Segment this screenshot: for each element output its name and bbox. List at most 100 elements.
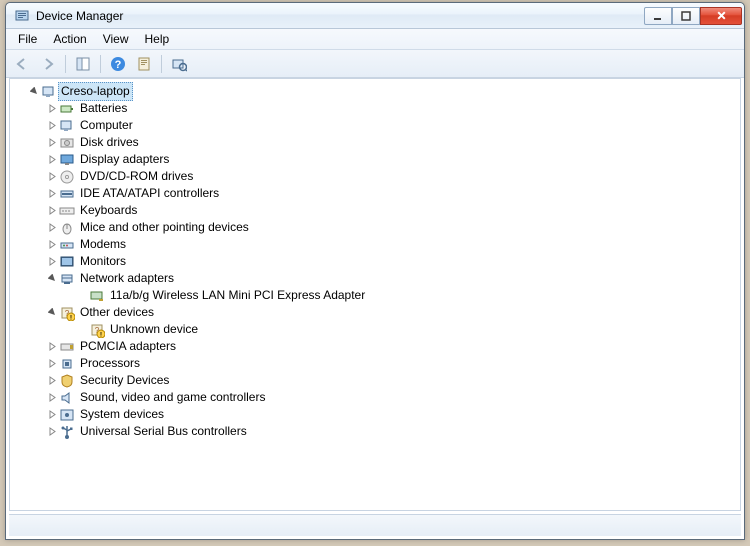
arrow-left-icon (14, 56, 30, 72)
ide-icon (59, 186, 75, 202)
monitor-icon (59, 254, 75, 270)
back-button[interactable] (10, 53, 34, 75)
arrow-right-icon (40, 56, 56, 72)
tree-item[interactable]: Sound, video and game controllers (10, 389, 740, 406)
tree-item-label: Computer (79, 117, 134, 134)
nic-icon (89, 288, 105, 304)
toolbar: ? (6, 50, 744, 78)
pcmcia-icon (59, 339, 75, 355)
scan-icon (171, 56, 187, 72)
tree-item[interactable]: IDE ATA/ATAPI controllers (10, 185, 740, 202)
help-button[interactable]: ? (106, 53, 130, 75)
device-tree: Creso-laptopBatteriesComputerDisk drives… (10, 83, 740, 440)
tree-item[interactable]: Security Devices (10, 372, 740, 389)
tree-item[interactable]: DVD/CD-ROM drives (10, 168, 740, 185)
toolbar-separator (100, 55, 101, 73)
tree-item[interactable]: ?!Other devices (10, 304, 740, 321)
network-icon (59, 271, 75, 287)
expander-icon[interactable] (46, 307, 58, 319)
expander-icon[interactable] (46, 154, 58, 166)
expander-icon[interactable] (46, 239, 58, 251)
properties-icon (136, 56, 152, 72)
tree-item[interactable]: PCMCIA adapters (10, 338, 740, 355)
tree-item-label: Security Devices (79, 372, 170, 389)
disk-icon (59, 135, 75, 151)
expander-icon[interactable] (46, 358, 58, 370)
tree-root[interactable]: Creso-laptop (10, 83, 740, 100)
tree-item[interactable]: Keyboards (10, 202, 740, 219)
svg-text:!: ! (100, 332, 102, 338)
tree-item-label: Mice and other pointing devices (79, 219, 250, 236)
tree-item-label: Display adapters (79, 151, 170, 168)
menu-action[interactable]: Action (45, 30, 94, 48)
computer-icon (59, 118, 75, 134)
app-icon (14, 8, 30, 24)
scan-hardware-button[interactable] (167, 53, 191, 75)
tree-item-label: DVD/CD-ROM drives (79, 168, 194, 185)
tree-pane[interactable]: Creso-laptopBatteriesComputerDisk drives… (9, 78, 741, 511)
modem-icon (59, 237, 75, 253)
tree-item[interactable]: System devices (10, 406, 740, 423)
console-tree-icon (75, 56, 91, 72)
expander-spacer (76, 290, 88, 302)
tree-child-item[interactable]: ?!Unknown device (10, 321, 740, 338)
tree-item-label: Modems (79, 236, 127, 253)
minimize-button[interactable] (644, 7, 672, 25)
expander-icon[interactable] (46, 409, 58, 421)
expander-icon[interactable] (46, 120, 58, 132)
expander-icon[interactable] (46, 137, 58, 149)
tree-item-label: IDE ATA/ATAPI controllers (79, 185, 220, 202)
expander-icon[interactable] (46, 205, 58, 217)
close-button[interactable] (700, 7, 742, 25)
tree-item[interactable]: Modems (10, 236, 740, 253)
tree-root-label: Creso-laptop (58, 82, 133, 101)
tree-item-label: Keyboards (79, 202, 138, 219)
tree-item[interactable]: Disk drives (10, 134, 740, 151)
expander-icon[interactable] (46, 103, 58, 115)
tree-item[interactable]: Network adapters (10, 270, 740, 287)
expander-icon[interactable] (46, 341, 58, 353)
usb-icon (59, 424, 75, 440)
titlebar[interactable]: Device Manager (6, 3, 744, 29)
menu-help[interactable]: Help (137, 30, 178, 48)
expander-icon[interactable] (46, 171, 58, 183)
properties-button[interactable] (132, 53, 156, 75)
tree-item[interactable]: Computer (10, 117, 740, 134)
tree-item-label: Disk drives (79, 134, 140, 151)
expander-icon[interactable] (28, 86, 40, 98)
menubar: File Action View Help (6, 29, 744, 50)
forward-button[interactable] (36, 53, 60, 75)
tree-item-label: Network adapters (79, 270, 175, 287)
expander-icon[interactable] (46, 188, 58, 200)
tree-item[interactable]: Display adapters (10, 151, 740, 168)
tree-item[interactable]: Batteries (10, 100, 740, 117)
expander-spacer (76, 324, 88, 336)
mouse-icon (59, 220, 75, 236)
expander-icon[interactable] (46, 256, 58, 268)
system-icon (59, 407, 75, 423)
expander-icon[interactable] (46, 392, 58, 404)
expander-icon[interactable] (46, 375, 58, 387)
expander-icon[interactable] (46, 222, 58, 234)
security-icon (59, 373, 75, 389)
menu-file[interactable]: File (10, 30, 45, 48)
tree-child-item[interactable]: 11a/b/g Wireless LAN Mini PCI Express Ad… (10, 287, 740, 304)
tree-item[interactable]: Processors (10, 355, 740, 372)
expander-icon[interactable] (46, 273, 58, 285)
maximize-button[interactable] (672, 7, 700, 25)
tree-item[interactable]: Monitors (10, 253, 740, 270)
tree-item-label: System devices (79, 406, 165, 423)
tree-item[interactable]: Mice and other pointing devices (10, 219, 740, 236)
tree-item[interactable]: Universal Serial Bus controllers (10, 423, 740, 440)
tree-item-label: 11a/b/g Wireless LAN Mini PCI Express Ad… (109, 287, 366, 304)
computer-icon (41, 84, 57, 100)
unknown-icon: ?! (89, 322, 105, 338)
svg-text:?: ? (115, 59, 122, 71)
statusbar (9, 514, 741, 536)
help-icon: ? (110, 56, 126, 72)
tree-item-label: Batteries (79, 100, 128, 117)
menu-view[interactable]: View (95, 30, 137, 48)
keyboard-icon (59, 203, 75, 219)
expander-icon[interactable] (46, 426, 58, 438)
show-hide-console-button[interactable] (71, 53, 95, 75)
